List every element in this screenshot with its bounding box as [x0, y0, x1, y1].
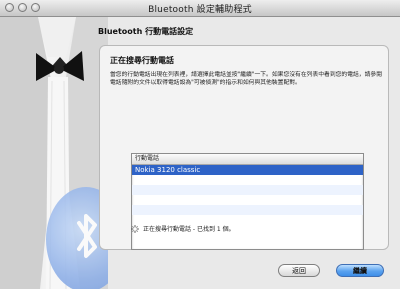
- status-text: 正在搜尋行動電話 - 已找到 1 個。: [143, 226, 235, 233]
- instructions-text: 當您的行動電話出現在列表裡，請選擇此電話並按"繼續"一下。如果您沒有在列表中看到…: [110, 72, 382, 86]
- list-empty-row: [132, 205, 363, 215]
- title-bar: Bluetooth 設定輔助程式: [0, 0, 400, 17]
- tuxedo-illustration: [0, 17, 108, 289]
- content-panel: 正在搜尋行動電話 當您的行動電話出現在列表裡，請選擇此電話並按"繼續"一下。如果…: [99, 45, 389, 250]
- list-empty-row: [132, 175, 363, 185]
- spinner-icon: [131, 224, 139, 233]
- list-empty-row: [132, 185, 363, 195]
- search-status: 正在搜尋行動電話 - 已找到 1 個。: [131, 224, 235, 233]
- assistant-window: Bluetooth 設定輔助程式 Bluetooth 行動電話設定 正在搜尋行動…: [0, 0, 400, 289]
- back-button[interactable]: 返回: [278, 264, 320, 277]
- window-title: Bluetooth 設定輔助程式: [148, 5, 252, 15]
- continue-button[interactable]: 繼續: [336, 264, 384, 277]
- list-empty-row: [132, 195, 363, 205]
- list-column-header[interactable]: 行動電話: [132, 154, 363, 165]
- panel-title: 正在搜尋行動電話: [110, 56, 174, 65]
- page-heading: Bluetooth 行動電話設定: [98, 27, 194, 36]
- list-item[interactable]: Nokia 3120 classic: [132, 165, 363, 175]
- phone-list[interactable]: 行動電話 Nokia 3120 classic: [131, 153, 364, 250]
